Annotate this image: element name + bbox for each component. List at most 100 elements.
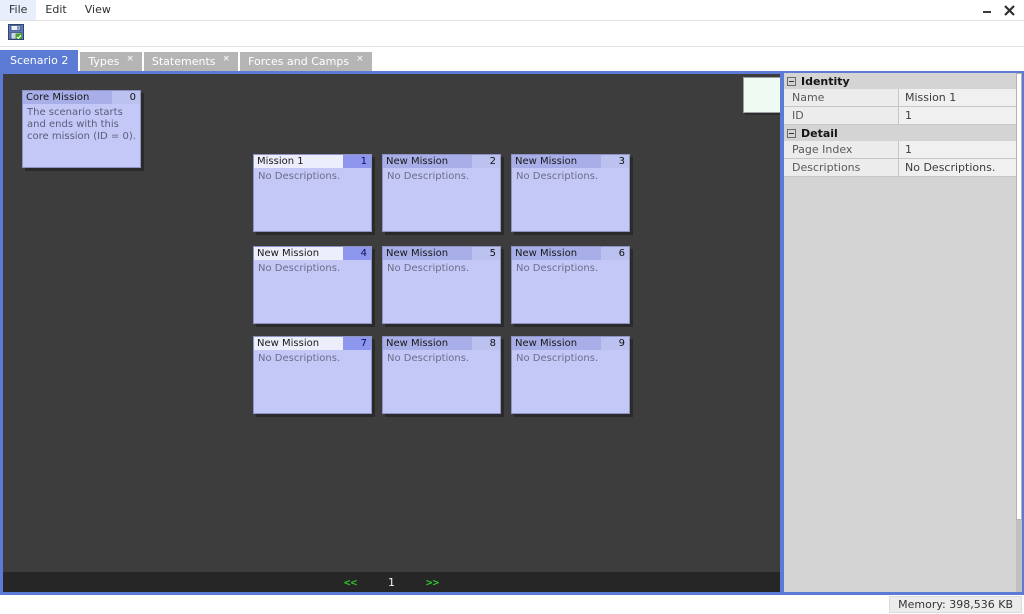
property-group-header[interactable]: Detail [784, 125, 1016, 141]
mission-node-header[interactable]: New Mission 2 [383, 155, 500, 168]
mission-node[interactable]: New Mission 2 No Descriptions. [382, 154, 501, 232]
mission-node-description: No Descriptions. [258, 263, 341, 274]
memory-status: Memory: 398,536 KB [889, 596, 1022, 613]
next-page-button[interactable]: >> [412, 576, 454, 589]
mission-node[interactable]: New Mission 9 No Descriptions. [511, 336, 630, 414]
tab-scenario-2[interactable]: Scenario 2 [0, 50, 79, 71]
mission-node[interactable]: New Mission 7 No Descriptions. [253, 336, 372, 414]
mission-node-id-badge: 3 [601, 155, 629, 168]
close-icon[interactable]: × [126, 55, 134, 64]
tab-label: Statements [151, 55, 216, 68]
mission-node-description: No Descriptions. [516, 353, 599, 364]
mission-node[interactable]: Mission 1 1 No Descriptions. [253, 154, 372, 232]
save-icon [8, 24, 24, 43]
tab-types[interactable]: Types × [80, 52, 142, 71]
application-window: File Edit View Scenario 2 Types × Statem… [0, 0, 1024, 614]
mission-node-description: No Descriptions. [387, 353, 470, 364]
mission-node-header[interactable]: New Mission 4 [254, 247, 371, 260]
canvas-frame: Core Mission 0 The scenario starts and end… [0, 71, 782, 595]
tab-forces-and-camps[interactable]: Forces and Camps × [240, 52, 372, 71]
property-key: Page Index [784, 141, 899, 158]
mission-node[interactable]: New Mission 8 No Descriptions. [382, 336, 501, 414]
menu-view[interactable]: View [76, 0, 120, 20]
tab-label: Types [88, 55, 120, 68]
property-scrollbar-track[interactable] [1016, 73, 1022, 592]
property-key: ID [784, 107, 899, 124]
mission-node-header[interactable]: New Mission 7 [254, 337, 371, 350]
mission-node-title: New Mission [515, 338, 578, 349]
property-value[interactable]: No Descriptions. [899, 159, 1016, 176]
mission-node-id-badge: 1 [343, 155, 371, 168]
tab-label: Scenario 2 [10, 54, 69, 67]
mission-node-id-badge: 9 [601, 337, 629, 350]
mission-node-id-badge: 8 [472, 337, 500, 350]
canvas-pagination: << 1 >> [3, 572, 780, 592]
property-value[interactable]: 1 [899, 107, 1016, 124]
mission-node-header[interactable]: Mission 1 1 [254, 155, 371, 168]
mission-node-header[interactable]: Core Mission 0 [23, 91, 140, 104]
mission-node-title: New Mission [257, 248, 320, 259]
menu-edit[interactable]: Edit [36, 0, 75, 20]
mission-node[interactable]: New Mission 3 No Descriptions. [511, 154, 630, 232]
close-icon[interactable]: × [223, 55, 231, 64]
property-panel-frame: Identity Name Mission 1 ID 1 Detail Page Index… [782, 71, 1024, 595]
property-value[interactable]: 1 [899, 141, 1016, 158]
window-controls [980, 0, 1022, 20]
mission-node[interactable]: New Mission 5 No Descriptions. [382, 246, 501, 324]
property-group-header[interactable]: Identity [784, 73, 1016, 89]
mission-node-id-badge: 6 [601, 247, 629, 260]
mission-node-description: No Descriptions. [387, 171, 470, 182]
mission-node-id-badge: 0 [112, 91, 140, 104]
mission-node-title: New Mission [386, 338, 449, 349]
menu-bar: File Edit View [0, 0, 1024, 20]
property-row[interactable]: Descriptions No Descriptions. [784, 159, 1016, 177]
collapse-icon[interactable] [787, 76, 796, 86]
mission-node-description: No Descriptions. [258, 171, 341, 182]
mission-node-title: New Mission [386, 248, 449, 259]
mission-node-header[interactable]: New Mission 9 [512, 337, 629, 350]
mission-graph-canvas[interactable]: Core Mission 0 The scenario starts and end… [3, 74, 780, 592]
tab-label: Forces and Camps [248, 55, 350, 68]
mission-node-header[interactable]: New Mission 5 [383, 247, 500, 260]
mission-node[interactable]: New Mission 6 No Descriptions. [511, 246, 630, 324]
minimap-overview[interactable] [743, 77, 780, 113]
toolbar [0, 21, 1024, 46]
toolbar-divider [0, 46, 1024, 47]
mission-node-description: No Descriptions. [258, 353, 341, 364]
property-group-title: Identity [801, 74, 850, 88]
close-icon[interactable]: × [356, 55, 364, 64]
mission-node-header[interactable]: New Mission 8 [383, 337, 500, 350]
property-row[interactable]: ID 1 [784, 107, 1016, 125]
status-bar: Memory: 398,536 KB [0, 595, 1024, 614]
mission-node-header[interactable]: New Mission 6 [512, 247, 629, 260]
main-area: Core Mission 0 The scenario starts and end… [0, 71, 1024, 595]
mission-node-description: No Descriptions. [516, 263, 599, 274]
save-button[interactable] [6, 24, 26, 44]
menu-file[interactable]: File [0, 0, 37, 20]
mission-node-title: New Mission [515, 156, 578, 167]
property-row[interactable]: Page Index 1 [784, 141, 1016, 159]
property-row[interactable]: Name Mission 1 [784, 89, 1016, 107]
mission-node-description: The scenario starts and ends with this c… [27, 107, 136, 142]
mission-node-header[interactable]: New Mission 3 [512, 155, 629, 168]
property-key: Name [784, 89, 899, 106]
mission-node-title: New Mission [386, 156, 449, 167]
property-value[interactable]: Mission 1 [899, 89, 1016, 106]
property-scrollbar-thumb[interactable] [1016, 73, 1022, 520]
mission-node-description: No Descriptions. [387, 263, 470, 274]
tab-statements[interactable]: Statements × [143, 52, 239, 71]
mission-node-description: No Descriptions. [516, 171, 599, 182]
mission-node[interactable]: New Mission 4 No Descriptions. [253, 246, 372, 324]
tab-strip: Scenario 2 Types × Statements × Forces a… [0, 50, 1024, 71]
mission-node-title: New Mission [257, 338, 320, 349]
collapse-icon[interactable] [787, 128, 796, 138]
mission-node-id-badge: 5 [472, 247, 500, 260]
close-icon[interactable] [1002, 2, 1016, 18]
property-key: Descriptions [784, 159, 899, 176]
mission-node[interactable]: Core Mission 0 The scenario starts and end… [22, 90, 141, 168]
current-page-number: 1 [388, 575, 395, 589]
previous-page-button[interactable]: << [330, 576, 372, 589]
minimize-icon[interactable] [980, 2, 994, 18]
mission-node-title: New Mission [515, 248, 578, 259]
mission-node-id-badge: 4 [343, 247, 371, 260]
